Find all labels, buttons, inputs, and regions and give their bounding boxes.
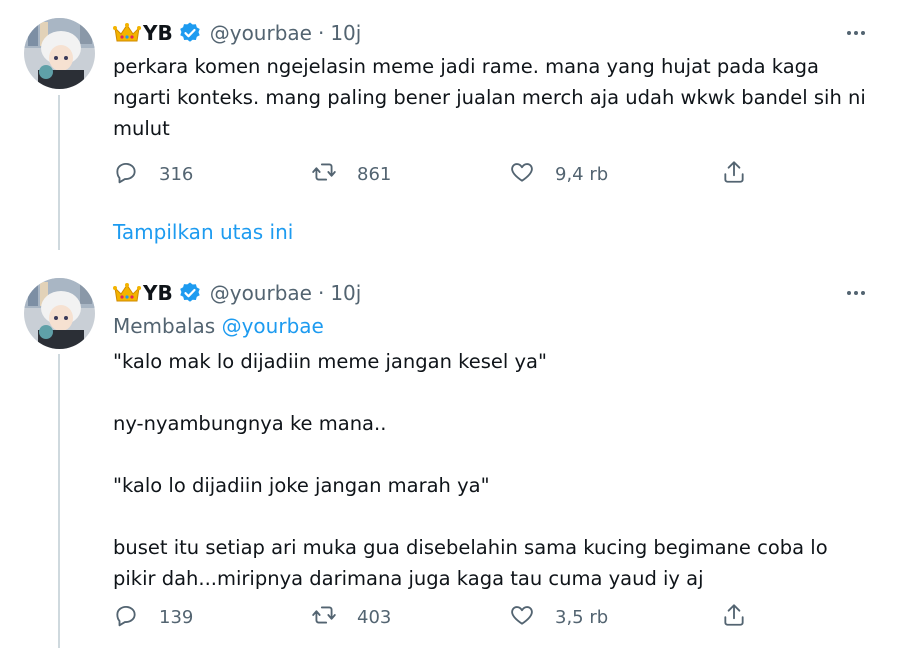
like-button[interactable]: 3,5 rb (509, 602, 608, 632)
reply-count: 316 (159, 163, 194, 185)
tweet-text: perkara komen ngejelasin meme jadi rame.… (113, 55, 873, 140)
retweet-count: 403 (357, 606, 392, 628)
display-name[interactable]: YB (143, 21, 173, 45)
crown-emoji-icon (113, 22, 141, 44)
reply-count: 139 (159, 606, 194, 628)
like-button[interactable]: 9,4 rb (509, 159, 608, 189)
tweet[interactable]: YB @yourbae · 10j Membalas @yourbae "kal… (0, 262, 898, 648)
separator-dot: · (317, 21, 325, 45)
verified-badge-icon (178, 281, 202, 305)
retweet-button[interactable]: 861 (311, 159, 391, 189)
timestamp[interactable]: 10j (330, 21, 361, 45)
handle[interactable]: @yourbae (210, 21, 312, 45)
more-options-icon[interactable] (844, 281, 868, 305)
like-count: 9,4 rb (555, 163, 609, 185)
tweet-actions: 316 861 9,4 rb (113, 159, 763, 189)
thread-line (58, 212, 60, 250)
retweet-count: 861 (357, 163, 392, 185)
reply-button[interactable]: 139 (113, 602, 193, 632)
tweet-header: YB @yourbae · 10j (113, 18, 361, 48)
retweet-button[interactable]: 403 (311, 602, 391, 632)
avatar[interactable] (24, 278, 95, 349)
replying-to-handle[interactable]: @yourbae (222, 314, 324, 338)
thread-line (58, 354, 60, 648)
share-icon (721, 602, 747, 632)
separator-dot: · (317, 281, 325, 305)
replying-to-label: Membalas (113, 314, 216, 338)
show-thread-link[interactable]: Tampilkan utas ini (113, 220, 293, 244)
timestamp[interactable]: 10j (330, 281, 361, 305)
retweet-icon (311, 602, 337, 632)
avatar[interactable] (24, 18, 95, 89)
tweet-actions: 139 403 3,5 rb (113, 602, 763, 632)
reply-button[interactable]: 316 (113, 159, 193, 189)
replying-to: Membalas @yourbae (113, 314, 324, 338)
handle[interactable]: @yourbae (210, 281, 312, 305)
tweet-header: YB @yourbae · 10j (113, 278, 361, 308)
more-options-icon[interactable] (844, 21, 868, 45)
verified-badge-icon (178, 21, 202, 45)
like-icon (509, 159, 535, 189)
like-count: 3,5 rb (555, 606, 609, 628)
thread-line (58, 95, 60, 212)
crown-emoji-icon (113, 282, 141, 304)
display-name[interactable]: YB (143, 281, 173, 305)
tweet[interactable]: YB @yourbae · 10j perkara komen ngejelas… (0, 0, 898, 212)
share-icon (721, 159, 747, 189)
retweet-icon (311, 159, 337, 189)
reply-icon (113, 602, 139, 632)
tweet-text: "kalo mak lo dijadiin meme jangan kesel … (113, 350, 828, 590)
share-button[interactable] (721, 159, 747, 189)
like-icon (509, 602, 535, 632)
share-button[interactable] (721, 602, 747, 632)
reply-icon (113, 159, 139, 189)
